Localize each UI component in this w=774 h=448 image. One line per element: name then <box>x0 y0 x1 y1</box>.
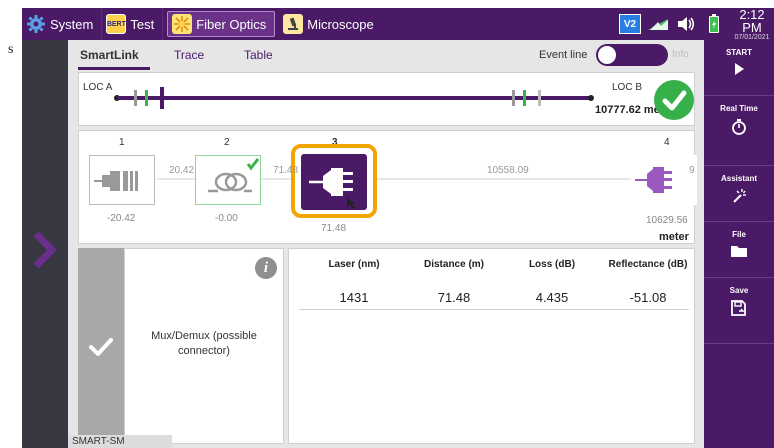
event-description-panel: i Mux/Demux (possible connector) <box>124 248 284 444</box>
tab-smartlink[interactable]: SmartLink <box>80 48 139 62</box>
tab-fiber-optics[interactable]: Fiber Optics <box>167 11 276 37</box>
link-event-marker-1 <box>134 90 137 106</box>
main-panel: SmartLink Trace Table Event line Info LO… <box>68 40 704 448</box>
status-area: V2 2:12 PM 07/01/2021 <box>616 8 774 41</box>
event-link-line <box>157 178 689 180</box>
cell-laser: 1431 <box>339 290 369 305</box>
folder-icon <box>731 246 747 257</box>
link-event-marker-5 <box>523 90 526 106</box>
info-icon[interactable]: i <box>255 257 277 279</box>
tab-microscope[interactable]: Microscope <box>279 8 381 40</box>
microscope-icon <box>283 14 304 34</box>
start-label: START <box>725 48 753 57</box>
page-frame: s System BERT Test Fiber Optics Microsco… <box>0 0 774 448</box>
real-time-button[interactable]: Real Time <box>704 96 774 166</box>
tab-trace[interactable]: Trace <box>174 48 204 62</box>
column-header-loss: Loss (dB) <box>528 259 576 270</box>
clock: 2:12 PM 07/01/2021 <box>730 8 774 41</box>
link-event-marker-2 <box>145 90 148 106</box>
clock-time: 2:12 PM <box>739 8 765 35</box>
right-sidebar: START Real Time Assistant File Save <box>704 40 774 448</box>
span-distance-3: 10558.09 <box>487 165 529 176</box>
check-icon <box>89 338 113 356</box>
top-bar: System BERT Test Fiber Optics Microscope… <box>22 8 774 41</box>
event-1-launch[interactable] <box>89 155 155 205</box>
info-label[interactable]: Info <box>672 49 689 60</box>
gear-icon <box>26 14 46 34</box>
tab-test[interactable]: BERT Test <box>102 8 164 40</box>
column-header-reflectance: Reflectance (dB) <box>608 259 688 270</box>
save-label: Save <box>729 286 749 295</box>
event-3-position: 71.48 <box>321 223 347 234</box>
column-header-distance: Distance (m) <box>423 259 484 270</box>
tab-microscope-label: Microscope <box>307 16 374 32</box>
event-line-label: Event line <box>539 49 588 61</box>
fiber-icon <box>172 14 193 34</box>
battery-icon <box>703 14 725 34</box>
event-2-splice[interactable] <box>195 155 261 205</box>
link-overview: LOC A LOC B 10777.62 meter <box>78 72 695 126</box>
span-distance-4: 9 <box>689 165 695 176</box>
file-label: File <box>732 230 746 239</box>
event-diagram: 1 2 3 4 20.42 71.48 10558.09 9 -20.42 -0… <box>78 130 697 244</box>
event-3-connector[interactable] <box>301 154 367 210</box>
connector-plug-icon <box>94 171 138 191</box>
save-button[interactable]: Save <box>704 278 774 344</box>
span-distance-1: 20.42 <box>169 165 195 176</box>
real-time-label: Real Time <box>720 104 758 113</box>
start-button[interactable]: START <box>704 40 774 96</box>
event-1-position: -20.42 <box>107 213 136 224</box>
view-tabs: SmartLink Trace Table Event line Info <box>68 40 704 70</box>
module-tag: SMART-SM <box>68 435 172 448</box>
fiber-coil-icon <box>208 158 260 193</box>
column-header-laser: Laser (nm) <box>328 259 380 270</box>
active-tab-underline <box>78 67 150 70</box>
tab-table[interactable]: Table <box>244 48 273 62</box>
link-event-marker-3 <box>160 87 164 109</box>
link-line <box>114 87 594 109</box>
event-4-end[interactable] <box>631 155 697 205</box>
device-screen: System BERT Test Fiber Optics Microscope… <box>22 8 774 448</box>
link-event-marker-4 <box>512 90 515 106</box>
assistant-label: Assistant <box>720 174 757 183</box>
connector-icon <box>309 168 356 209</box>
tab-test-label: Test <box>130 16 155 32</box>
left-strip <box>22 40 68 448</box>
play-icon <box>735 63 744 75</box>
network-icon[interactable] <box>647 14 669 34</box>
end-connector-icon <box>635 167 672 193</box>
event-4-position: 10629.56 <box>646 215 688 226</box>
wand-icon <box>733 189 746 203</box>
tab-system-label: System <box>50 16 94 32</box>
save-icon <box>731 300 746 316</box>
cell-reflectance: -51.08 <box>629 290 667 305</box>
tab-system[interactable]: System <box>22 8 103 40</box>
loc-b-marker <box>588 95 594 101</box>
assistant-button[interactable]: Assistant <box>704 166 774 222</box>
volume-icon[interactable] <box>675 14 697 34</box>
event-2-position: -0.00 <box>215 213 238 224</box>
file-button[interactable]: File <box>704 222 774 278</box>
cell-distance: 71.48 <box>437 290 471 305</box>
distance-unit: meter <box>659 231 689 243</box>
vnc-icon[interactable]: V2 <box>619 14 641 34</box>
event-line-toggle[interactable] <box>596 44 668 66</box>
link-event-marker-6 <box>538 90 541 106</box>
span-distance-2: 71.48 <box>273 165 299 176</box>
stopwatch-icon <box>732 119 746 135</box>
cell-loss: 4.435 <box>535 290 569 305</box>
event-description: Mux/Demux (possible connector) <box>151 330 257 357</box>
tab-fiber-optics-label: Fiber Optics <box>196 16 267 32</box>
expand-chevron-icon[interactable] <box>28 230 58 270</box>
corner-mark: s <box>8 42 14 57</box>
bert-icon: BERT <box>106 14 127 34</box>
event-details-table: Laser (nm) Distance (m) Loss (dB) Reflec… <box>288 248 695 444</box>
pass-check-icon <box>654 80 694 120</box>
table-divider <box>299 309 689 310</box>
toggle-knob <box>598 46 616 64</box>
event-status-column <box>78 248 124 444</box>
